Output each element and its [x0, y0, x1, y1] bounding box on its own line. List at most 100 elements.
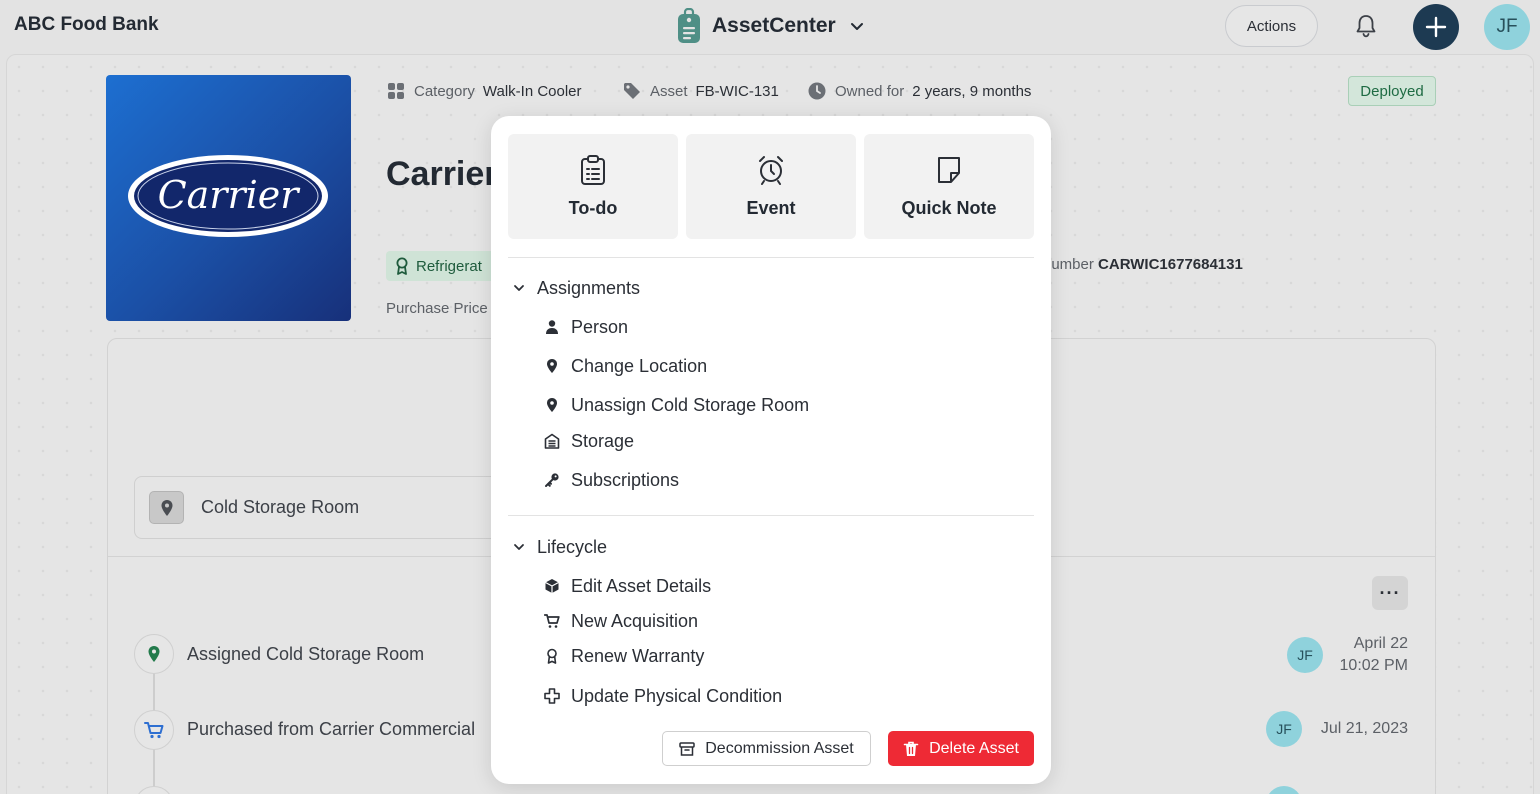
event-label: Event	[746, 198, 796, 218]
cart-icon	[544, 614, 560, 628]
storage-icon	[544, 433, 560, 449]
todo-button[interactable]: To-do	[508, 134, 678, 239]
lifecycle-section-toggle[interactable]: Lifecycle	[513, 535, 607, 559]
timeline-assigned-icon	[134, 634, 174, 674]
note-icon	[938, 157, 960, 183]
asset-logo-image: Carrier	[106, 75, 351, 321]
meta-asset-id: Asset FB-WIC-131	[622, 80, 779, 102]
menu-item-subscriptions[interactable]: Subscriptions	[544, 467, 679, 493]
archive-icon	[679, 741, 695, 756]
menu-item-edit-asset-details[interactable]: Edit Asset Details	[544, 573, 711, 599]
menu-item-update-physical-condition[interactable]: Update Physical Condition	[544, 683, 782, 709]
menu-item-person[interactable]: Person	[544, 314, 628, 340]
meta-owned-for: Owned for 2 years, 9 months	[807, 80, 1031, 102]
menu-item-unassign-location[interactable]: Unassign Cold Storage Room	[544, 392, 809, 418]
assignments-title: Assignments	[537, 277, 641, 298]
timeline-purchase-icon	[134, 710, 174, 750]
delete-asset-button[interactable]: Delete Asset	[888, 731, 1034, 766]
todo-label: To-do	[568, 198, 618, 218]
owned-for-label: Owned for	[835, 82, 905, 100]
menu-item-label: Update Physical Condition	[571, 685, 783, 706]
menu-item-new-acquisition[interactable]: New Acquisition	[544, 608, 698, 634]
asset-title: Carrier	[386, 155, 498, 193]
divider	[508, 515, 1034, 516]
cube-icon	[545, 579, 559, 593]
location-pin-icon	[161, 499, 172, 516]
clock-icon	[808, 82, 826, 100]
decommission-label: Decommission Asset	[705, 739, 854, 757]
meta-category: Category Walk-In Cooler	[386, 80, 582, 102]
timeline-date: Jul 21, 2023	[1320, 720, 1408, 737]
timeline-date-line2: 10:02 PM	[1339, 657, 1408, 674]
asset-id-value: FB-WIC-131	[695, 82, 779, 100]
chevron-down-icon	[514, 285, 524, 291]
category-label: Category	[414, 82, 475, 100]
location-pin-badge	[149, 491, 184, 524]
location-pin-icon	[148, 646, 160, 662]
event-button[interactable]: Event	[686, 134, 856, 239]
location-pin-icon	[547, 359, 557, 373]
decommission-asset-button[interactable]: Decommission Asset	[662, 731, 871, 766]
quick-note-button[interactable]: Quick Note	[864, 134, 1034, 239]
app-switcher[interactable]: AssetCenter	[676, 8, 866, 44]
asset-tag-icon	[678, 8, 700, 43]
timeline-item-text: Purchased from Carrier Commercial	[187, 719, 476, 739]
purchase-price-label: Purchase Price	[386, 300, 488, 317]
location-pin-icon	[547, 398, 557, 412]
serial-value: CARWIC1677684131	[1098, 256, 1243, 273]
org-name[interactable]: ABC Food Bank	[14, 14, 159, 36]
app-name: AssetCenter	[712, 14, 836, 37]
timeline-date-line1: April 22	[1353, 635, 1408, 652]
category-value: Walk-In Cooler	[482, 82, 582, 100]
menu-item-label: Storage	[571, 430, 635, 451]
create-button[interactable]	[1413, 4, 1459, 50]
menu-item-renew-warranty[interactable]: Renew Warranty	[544, 643, 704, 669]
user-avatar[interactable]: JF	[1484, 4, 1530, 50]
more-options-button[interactable]: ···	[1372, 576, 1408, 610]
menu-item-label: Change Location	[571, 355, 708, 376]
delete-label: Delete Asset	[929, 739, 1019, 757]
ribbon-icon	[396, 257, 408, 275]
carrier-logo: Carrier	[128, 155, 328, 237]
chevron-down-icon	[514, 544, 524, 550]
menu-item-label: Renew Warranty	[571, 645, 705, 666]
cart-icon	[144, 722, 164, 739]
serial-number: lumber CARWIC1677684131	[1048, 256, 1243, 273]
menu-item-label: Person	[571, 316, 629, 337]
chevron-down-icon	[850, 23, 863, 30]
category-chip-label: Refrigerat	[416, 257, 482, 275]
key-icon	[545, 473, 559, 487]
asset-id-label: Asset	[650, 82, 688, 100]
quick-note-label: Quick Note	[901, 198, 997, 218]
assignments-section-toggle[interactable]: Assignments	[513, 276, 640, 300]
bell-icon[interactable]	[1352, 12, 1380, 40]
menu-item-label: Edit Asset Details	[571, 575, 712, 596]
person-icon	[546, 320, 558, 334]
top-bar: ABC Food Bank AssetCenter Actions JF	[0, 0, 1540, 54]
owned-for-value: 2 years, 9 months	[912, 82, 1032, 100]
serial-label: lumber	[1048, 256, 1094, 273]
alarm-clock-icon	[759, 156, 783, 185]
timeline-item-text: Assigned Cold Storage Room	[187, 644, 425, 664]
divider	[508, 257, 1034, 258]
tag-icon	[624, 83, 640, 99]
plus-icon	[1425, 16, 1447, 38]
clipboard-icon	[581, 155, 605, 185]
actions-button[interactable]: Actions	[1225, 5, 1318, 47]
ribbon-icon	[547, 648, 557, 664]
menu-item-storage[interactable]: Storage	[544, 428, 634, 454]
menu-item-label: Unassign Cold Storage Room	[571, 394, 810, 415]
menu-item-label: Subscriptions	[571, 469, 680, 490]
create-popover: To-do Event Quick Note Assignments Perso…	[491, 116, 1051, 784]
grid-icon	[388, 83, 404, 99]
location-name: Cold Storage Room	[201, 497, 360, 517]
timeline-date: April 22 10:02 PM	[1300, 633, 1408, 677]
trash-icon	[903, 741, 919, 756]
menu-item-label: New Acquisition	[571, 610, 699, 631]
category-chip[interactable]: Refrigerat	[386, 251, 496, 281]
status-badge: Deployed	[1348, 76, 1436, 106]
medical-cross-icon	[544, 688, 560, 704]
lifecycle-title: Lifecycle	[537, 536, 608, 557]
svg-text:Carrier: Carrier	[158, 173, 302, 217]
menu-item-change-location[interactable]: Change Location	[544, 353, 707, 379]
